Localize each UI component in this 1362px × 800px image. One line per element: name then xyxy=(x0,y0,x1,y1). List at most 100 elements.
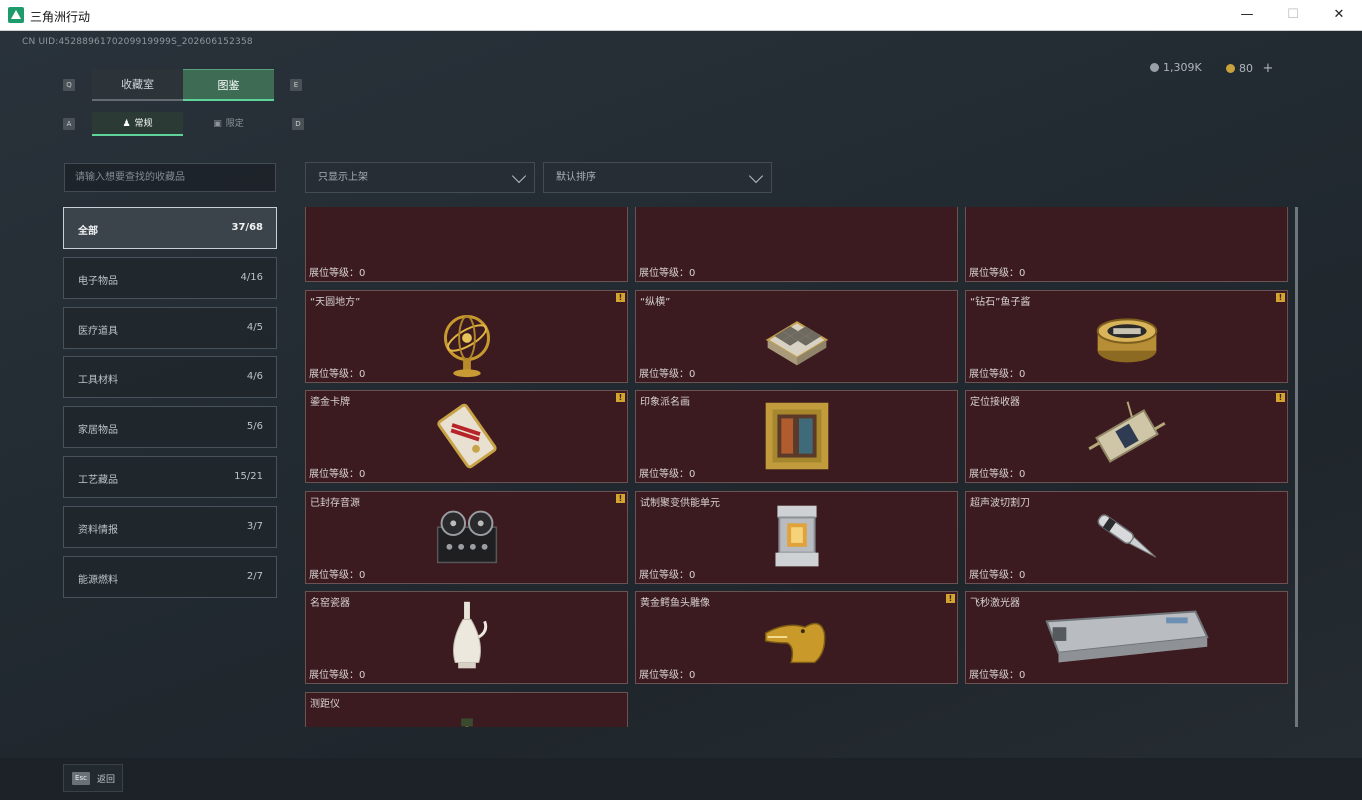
category-item[interactable]: 全部 37/68 xyxy=(63,207,277,249)
collection-card[interactable]: “天圆地方” 展位等级：0! xyxy=(305,289,628,383)
collection-card[interactable]: 已封存音源 展位等级：0! xyxy=(305,490,628,584)
collection-card[interactable]: 飞秒激光器展位等级：0 xyxy=(965,591,1288,684)
gold-coin-icon xyxy=(1226,64,1235,73)
collection-card[interactable]: 展位等级：0 xyxy=(305,207,628,282)
collection-card[interactable]: 印象派名画 展位等级：0 xyxy=(635,390,958,483)
card-title: 试制聚变供能单元 xyxy=(640,497,720,509)
alert-icon: ! xyxy=(1276,393,1285,402)
card-title: 鎏金卡牌 xyxy=(310,397,350,408)
alert-icon: ! xyxy=(616,393,625,402)
category-item[interactable]: 家居物品 5/6 xyxy=(63,406,277,449)
card-level-label: 展位等级： xyxy=(969,670,1019,681)
card-level-label: 展位等级： xyxy=(639,368,689,380)
card-level-label: 展位等级： xyxy=(639,268,689,279)
category-name: 医疗道具 xyxy=(78,325,118,337)
subtab-limited[interactable]: ▣ 限定 xyxy=(183,112,274,136)
window-title: 三角洲行动 xyxy=(30,10,91,24)
card-level-value: 0 xyxy=(689,469,696,480)
add-currency-button[interactable]: + xyxy=(1263,61,1274,76)
category-count: 5/6 xyxy=(246,421,263,433)
card-level-label: 展位等级： xyxy=(309,670,359,681)
collection-card[interactable]: “钻石”鱼子酱 展位等级：0! xyxy=(965,289,1288,383)
tab-collection-room[interactable]: 收藏室 xyxy=(92,69,183,101)
card-level: 展位等级：0 xyxy=(969,666,1025,681)
collection-card[interactable]: 展位等级：0 xyxy=(635,207,958,282)
card-level-value: 0 xyxy=(1019,469,1026,480)
category-item[interactable]: 能源燃料 2/7 xyxy=(63,555,277,598)
card-level-label: 展位等级： xyxy=(969,268,1019,279)
card-level: 展位等级：0 xyxy=(639,465,695,480)
rangefinder-tripod-icon xyxy=(461,717,473,727)
next-subtab-key-hint: D xyxy=(292,118,304,130)
alert-icon: ! xyxy=(946,594,955,603)
card-level: 展位等级：0 xyxy=(639,566,695,581)
bottom-bar xyxy=(0,758,1362,800)
collection-card[interactable]: 定位接收器 展位等级：0! xyxy=(965,390,1288,483)
search-input[interactable] xyxy=(65,164,275,191)
alert-icon: ! xyxy=(616,292,625,302)
card-title: 超声波切割刀 xyxy=(970,497,1030,509)
card-level-value: 0 xyxy=(689,670,696,681)
collection-search[interactable] xyxy=(64,163,276,192)
card-level: 展位等级：0 xyxy=(969,365,1025,380)
collection-card[interactable]: 超声波切割刀 展位等级：0 xyxy=(965,490,1288,584)
sort-selected: 默认排序 xyxy=(556,172,596,183)
card-level-value: 0 xyxy=(1019,368,1026,380)
card-title: 测距仪 xyxy=(310,698,340,710)
back-label: 返回 xyxy=(97,775,116,785)
subtab-regular[interactable]: ♟ 常规 xyxy=(92,112,183,136)
category-count: 2/7 xyxy=(246,570,263,582)
category-item[interactable]: 工艺藏品 15/21 xyxy=(63,456,277,498)
filter-dropdown[interactable]: 只显示上架 xyxy=(305,162,535,193)
gold-amount: 80 xyxy=(1239,62,1253,75)
chevron-down-icon xyxy=(748,168,764,184)
card-level-label: 展位等级： xyxy=(969,469,1019,480)
card-level-value: 0 xyxy=(689,569,696,581)
collection-card[interactable]: 黄金鳄鱼头雕像 展位等级：0! xyxy=(635,591,958,684)
maximize-button[interactable]: ☐ xyxy=(1270,0,1316,30)
tab-codex[interactable]: 图鉴 xyxy=(183,69,274,101)
card-level-value: 0 xyxy=(1019,569,1026,581)
category-count: 4/5 xyxy=(246,321,263,333)
collection-card[interactable]: 测距仪展位等级：0 xyxy=(305,691,628,727)
card-level-label: 展位等级： xyxy=(309,268,359,279)
game-viewport: CN UID:4528896170209919999S_202606152358… xyxy=(0,31,1362,800)
category-item[interactable]: 电子物品 4/16 xyxy=(63,256,277,299)
collection-card[interactable]: 名窑瓷器 展位等级：0 xyxy=(305,591,628,684)
card-level-label: 展位等级： xyxy=(639,569,689,581)
card-title: “纵横” xyxy=(640,296,671,308)
collection-card[interactable]: 试制聚变供能单元 展位等级：0 xyxy=(635,490,958,584)
limited-icon: ▣ xyxy=(213,119,222,129)
card-level-label: 展位等级： xyxy=(309,469,359,480)
category-count: 37/68 xyxy=(231,222,263,233)
collection-card[interactable]: 鎏金卡牌展位等级：0! xyxy=(305,390,628,483)
category-item[interactable]: 资料情报 3/7 xyxy=(63,505,277,548)
card-level: 展位等级：0 xyxy=(309,365,365,380)
grid-scrollbar[interactable] xyxy=(1295,207,1298,727)
next-tab-key-hint: E xyxy=(290,79,302,91)
collection-card[interactable]: “纵横” 展位等级：0 xyxy=(635,289,958,383)
card-level: 展位等级：0 xyxy=(639,365,695,380)
category-count: 15/21 xyxy=(234,471,263,482)
card-title: 黄金鳄鱼头雕像 xyxy=(640,598,710,609)
sort-dropdown[interactable]: 默认排序 xyxy=(543,162,772,193)
card-level: 展位等级：0 xyxy=(969,465,1025,480)
silver-currency: 1,309K xyxy=(1150,61,1202,74)
card-title: 飞秒激光器 xyxy=(970,598,1020,609)
close-button[interactable]: ✕ xyxy=(1316,0,1362,30)
card-level-value: 0 xyxy=(359,469,366,480)
silver-coin-icon xyxy=(1150,63,1159,72)
category-item[interactable]: 医疗道具 4/5 xyxy=(63,306,277,349)
collection-grid: 展位等级：0 展位等级：0 展位等级：0 “天圆地方” 展位等级：0! “纵横” 展位等级：… xyxy=(305,207,1300,727)
card-title: “天圆地方” xyxy=(310,296,361,308)
minimize-button[interactable]: — xyxy=(1224,0,1270,30)
esc-key-hint: Esc xyxy=(72,772,90,785)
player-uid: CN UID:4528896170209919999S_202606152358 xyxy=(22,37,253,47)
back-button[interactable]: Esc 返回 xyxy=(63,764,123,792)
card-level-label: 展位等级： xyxy=(969,569,1019,581)
card-level-value: 0 xyxy=(359,670,366,681)
category-item[interactable]: 工具材料 4/6 xyxy=(63,356,277,399)
category-name: 工具材料 xyxy=(78,375,118,387)
collection-card[interactable]: 展位等级：0 xyxy=(965,207,1288,282)
card-level-label: 展位等级： xyxy=(309,368,359,380)
